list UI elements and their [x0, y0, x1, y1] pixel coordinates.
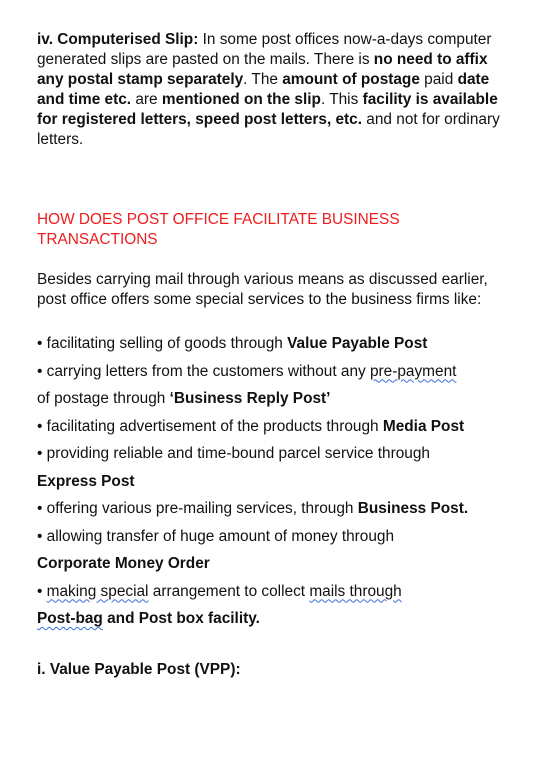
- computerised-slip-paragraph: iv. Computerised Slip: In some post offi…: [37, 30, 507, 150]
- slip-text-3: paid: [419, 71, 458, 88]
- list-item-bold: ‘Business Reply Post’: [169, 390, 331, 407]
- document-page: iv. Computerised Slip: In some post offi…: [37, 30, 507, 680]
- list-item-text: of postage through: [37, 390, 170, 407]
- list-item-continuation: Post-bag and Post box facility.: [37, 605, 507, 633]
- list-item-continuation: Corporate Money Order: [37, 550, 507, 578]
- list-item: • facilitating advertisement of the prod…: [37, 413, 507, 441]
- list-item: • carrying letters from the customers wi…: [37, 358, 507, 386]
- list-item-bold: and Post box facility.: [102, 610, 260, 627]
- intro-paragraph: Besides carrying mail through various me…: [37, 271, 488, 308]
- spellcheck-word: making special: [46, 582, 149, 600]
- list-item: • facilitating selling of goods through …: [37, 330, 507, 358]
- spellcheck-word: mails through: [309, 582, 402, 600]
- spellcheck-word: pre-payment: [370, 362, 457, 380]
- list-item-continuation: of postage through ‘Business Reply Post’: [37, 385, 507, 413]
- list-item-text: • carrying letters from the customers wi…: [37, 362, 370, 380]
- slip-bold-2: amount of postage: [282, 71, 420, 88]
- slip-text-2: . The: [243, 71, 283, 88]
- list-item-bold: Business Post.: [357, 500, 469, 517]
- list-item: • allowing transfer of huge amount of mo…: [37, 523, 507, 551]
- list-item-bold: Value Payable Post: [287, 335, 428, 352]
- services-list: • facilitating selling of goods through …: [37, 330, 507, 633]
- list-item-text: • facilitating advertisement of the prod…: [37, 417, 383, 435]
- list-item: • making special arrangement to collect …: [37, 578, 507, 606]
- list-item: • providing reliable and time-bound parc…: [37, 440, 507, 468]
- list-item-bold: Corporate Money Order: [37, 555, 210, 572]
- vpp-heading-text: i. Value Payable Post (VPP):: [37, 660, 241, 678]
- slip-bold-4: mentioned on the slip: [161, 91, 321, 108]
- section-heading: HOW DOES POST OFFICE FACILITATE BUSINESS…: [37, 211, 400, 248]
- list-item-text: • providing reliable and time-bound parc…: [37, 445, 430, 462]
- list-item-text: • offering various pre-mailing services,…: [37, 500, 358, 517]
- slip-label: iv. Computerised Slip:: [37, 31, 199, 48]
- list-item-bold: Media Post: [382, 417, 465, 435]
- slip-text-4: are: [131, 91, 162, 108]
- slip-text-5: . This: [320, 91, 363, 108]
- list-item-bold: Express Post: [37, 472, 135, 490]
- list-item-text: •: [37, 582, 47, 600]
- list-item-continuation: Express Post: [37, 468, 507, 496]
- list-item-text: • facilitating selling of goods through: [37, 335, 288, 352]
- list-item-text: arrangement to collect: [148, 582, 310, 600]
- list-item-text: • allowing transfer of huge amount of mo…: [37, 527, 395, 545]
- list-item: • offering various pre-mailing services,…: [37, 495, 507, 523]
- spellcheck-word: Post-bag: [37, 610, 103, 627]
- vpp-heading: i. Value Payable Post (VPP):: [37, 660, 507, 680]
